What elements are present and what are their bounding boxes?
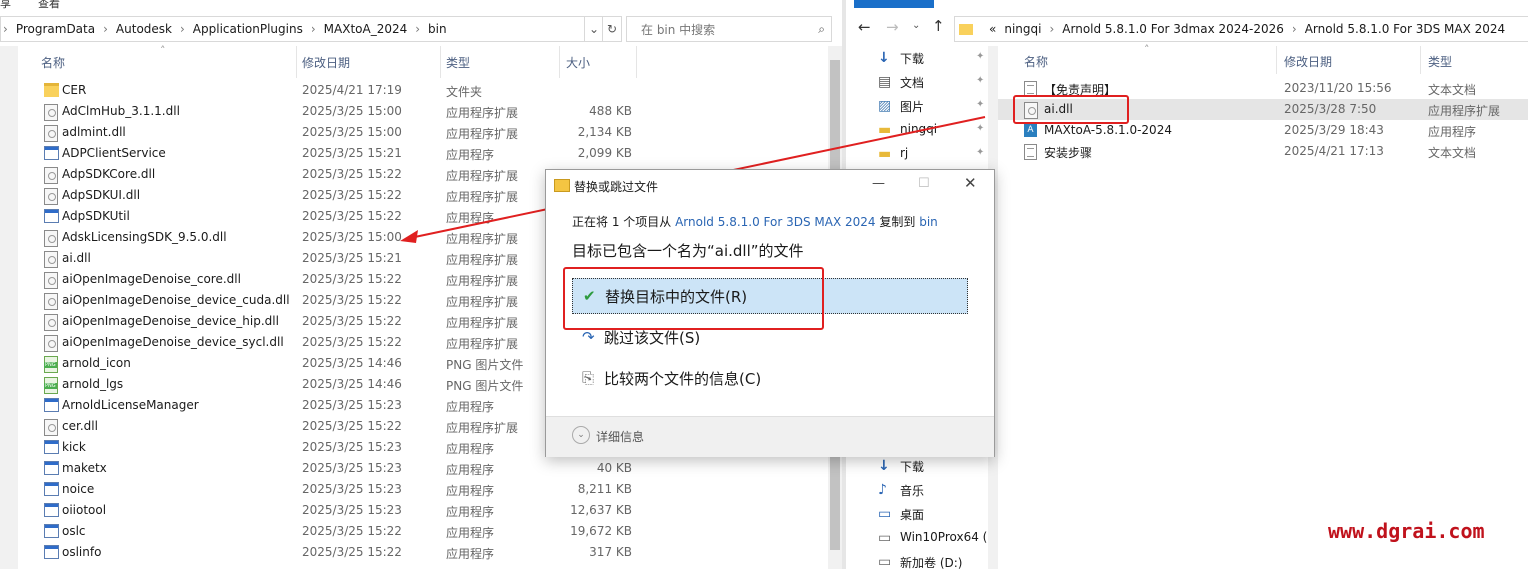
dialog-title: 替换或跳过文件 — [574, 180, 659, 194]
dest-folder-link[interactable]: bin — [919, 215, 938, 229]
dialog-footer: ⌄ 详细信息 — [546, 416, 994, 457]
dialog-titlebar: 替换或跳过文件 — ☐ ✕ — [546, 170, 994, 200]
maximize-icon[interactable]: ☐ — [918, 176, 930, 191]
close-icon[interactable]: ✕ — [964, 174, 977, 192]
watermark: www.dgrai.com — [1328, 519, 1485, 543]
minimize-icon[interactable]: — — [872, 176, 885, 191]
conflict-message: 目标已包含一个名为“ai.dll”的文件 — [572, 242, 804, 260]
copy-prefix: 正在将 1 个项目从 — [572, 215, 672, 229]
copy-description: 正在将 1 个项目从 Arnold 5.8.1.0 For 3DS MAX 20… — [572, 213, 938, 230]
expand-chevron-icon[interactable]: ⌄ — [572, 426, 590, 444]
skip-icon: ↷ — [582, 328, 595, 346]
copy-mid: 复制到 — [879, 215, 916, 229]
skip-option-label: 跳过该文件(S) — [604, 329, 701, 347]
compare-icon: ⎘ — [582, 369, 595, 387]
source-folder-link[interactable]: Arnold 5.8.1.0 For 3DS MAX 2024 — [675, 215, 875, 229]
highlight-box — [563, 267, 824, 330]
compare-option-button[interactable]: ⎘ 比较两个文件的信息(C) — [572, 361, 966, 395]
folder-copy-icon — [554, 179, 570, 192]
details-toggle[interactable]: 详细信息 — [596, 428, 644, 445]
compare-option-label: 比较两个文件的信息(C) — [604, 370, 762, 388]
